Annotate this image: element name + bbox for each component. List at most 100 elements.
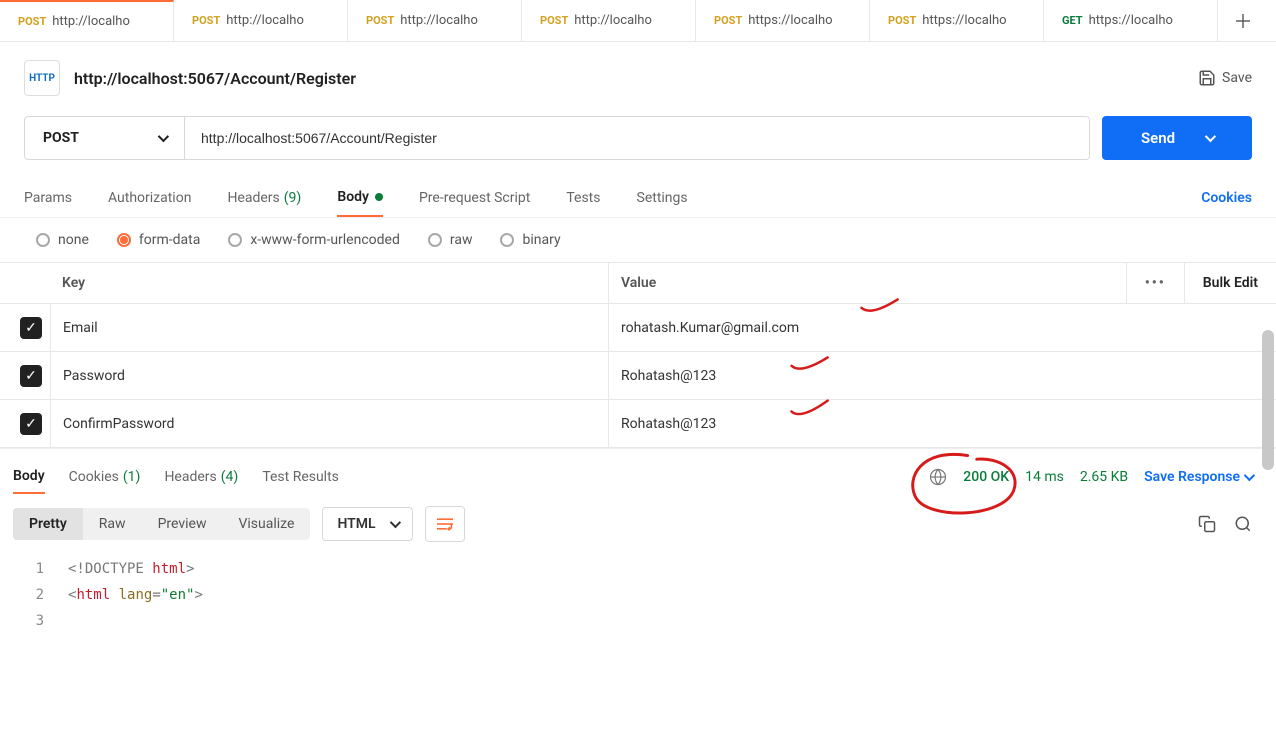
response-toolbar: Pretty Raw Preview Visualize HTML — [0, 494, 1276, 552]
row-value[interactable]: rohatash.Kumar@gmail.com — [608, 304, 1276, 351]
tab-params[interactable]: Params — [24, 178, 72, 217]
code-content: <!DOCTYPE html> — [68, 556, 194, 582]
save-button[interactable]: Save — [1198, 69, 1252, 87]
radio-icon — [117, 233, 131, 247]
tab-method: POST — [366, 14, 394, 27]
response-tab-headers[interactable]: Headers (4) — [164, 459, 238, 494]
tab-5[interactable]: POSThttps://localho — [870, 0, 1044, 41]
tab-6[interactable]: GET https://localho — [1044, 0, 1218, 41]
tabs-row: POST http://localho POST http://localho PO… — [0, 0, 1276, 42]
response-tab-body[interactable]: Body — [13, 459, 45, 494]
response-tab-testresults[interactable]: Test Results — [262, 459, 339, 494]
response-size: 2.65 KB — [1080, 469, 1128, 485]
tab-title: http://localho — [52, 14, 130, 29]
radio-icon — [500, 233, 514, 247]
tab-method: POST — [192, 14, 220, 27]
viewmode-group: Pretty Raw Preview Visualize — [13, 508, 310, 540]
viewmode-raw[interactable]: Raw — [83, 508, 142, 540]
tab-method: POST — [18, 15, 46, 28]
tab-2[interactable]: POST http://localho — [348, 0, 522, 41]
annotation-tick-icon — [789, 354, 831, 376]
line-number: 2 — [24, 582, 44, 608]
radio-formdata[interactable]: form-data — [117, 232, 200, 248]
radio-label: raw — [450, 232, 473, 248]
bulk-edit-button[interactable]: Bulk Edit — [1184, 263, 1276, 303]
method-url-group: POST — [24, 116, 1090, 160]
annotation-tick-icon — [789, 398, 831, 420]
row-value[interactable]: Rohatash@123 — [608, 352, 1276, 399]
method-select[interactable]: POST — [25, 117, 185, 159]
row-key[interactable]: Password — [50, 352, 608, 399]
wrap-lines-button[interactable] — [425, 506, 465, 542]
tab-authorization[interactable]: Authorization — [108, 178, 191, 217]
response-headers-count: (4) — [221, 469, 239, 485]
radio-raw[interactable]: raw — [428, 232, 473, 248]
tab-title: http://localho — [226, 13, 304, 28]
tab-headers[interactable]: Headers (9) — [227, 178, 301, 217]
chevron-down-icon — [1205, 131, 1216, 142]
row-checkbox-cell: ✓ — [0, 365, 50, 387]
new-tab-button[interactable] — [1218, 0, 1268, 41]
row-value[interactable]: Rohatash@123 — [608, 400, 1276, 447]
response-status-block: 200 OK 14 ms 2.65 KB Save Response — [929, 468, 1252, 486]
response-cookies-count: (1) — [123, 469, 141, 485]
line-number: 3 — [24, 608, 44, 634]
code-line: 1 <!DOCTYPE html> — [24, 556, 1252, 582]
tab-3[interactable]: POSThttp://localho — [522, 0, 696, 41]
copy-icon[interactable] — [1198, 515, 1216, 533]
tab-title: http://localho — [574, 13, 652, 28]
radio-binary[interactable]: binary — [500, 232, 560, 248]
code-line: 2 <html lang="en"> — [24, 582, 1252, 608]
vertical-scrollbar[interactable] — [1262, 330, 1274, 470]
cookies-link[interactable]: Cookies — [1201, 190, 1252, 206]
chevron-down-icon — [1244, 469, 1255, 480]
radio-icon — [228, 233, 242, 247]
formdata-table: Key Value ••• Bulk Edit ✓ Email rohatash… — [0, 262, 1276, 448]
tab-method: GET — [1062, 14, 1083, 27]
tab-1[interactable]: POST http://localho — [174, 0, 348, 41]
tab-settings[interactable]: Settings — [637, 178, 688, 217]
url-input[interactable] — [185, 117, 1089, 159]
response-cookies-label: Cookies — [69, 469, 119, 485]
radio-xwww[interactable]: x-www-form-urlencoded — [228, 232, 400, 248]
viewmode-preview[interactable]: Preview — [142, 508, 223, 540]
radio-label: binary — [522, 232, 560, 248]
header-key: Key — [50, 275, 608, 291]
response-headers-label: Headers — [164, 469, 216, 485]
tab-title: http://localho — [400, 13, 478, 28]
language-value: HTML — [337, 516, 375, 532]
radio-label: x-www-form-urlencoded — [250, 232, 400, 248]
code-content: <html lang="en"> — [68, 582, 203, 608]
save-icon — [1198, 69, 1216, 87]
response-code-area: 1 <!DOCTYPE html> 2 <html lang="en"> 3 — [0, 552, 1276, 634]
viewmode-visualize[interactable]: Visualize — [222, 508, 310, 540]
tab-0[interactable]: POST http://localho — [0, 0, 174, 41]
save-label: Save — [1222, 70, 1252, 86]
tab-prerequest[interactable]: Pre-request Script — [419, 178, 530, 217]
viewmode-pretty[interactable]: Pretty — [13, 508, 83, 540]
save-response-button[interactable]: Save Response — [1144, 469, 1252, 485]
more-button[interactable]: ••• — [1126, 263, 1184, 303]
status-code: 200 OK — [963, 469, 1009, 485]
checkbox[interactable]: ✓ — [20, 317, 42, 339]
header-value: Value — [608, 263, 1126, 303]
tab-tests[interactable]: Tests — [566, 178, 600, 217]
checkbox[interactable]: ✓ — [20, 365, 42, 387]
tab-title: https://localho — [1089, 13, 1173, 28]
response-tab-cookies[interactable]: Cookies (1) — [69, 459, 141, 494]
tab-title: https://localho — [748, 13, 832, 28]
radio-none[interactable]: none — [36, 232, 89, 248]
send-button[interactable]: Send — [1102, 116, 1252, 160]
row-key[interactable]: Email — [50, 304, 608, 351]
request-controls: POST Send — [0, 106, 1276, 178]
tab-body[interactable]: Body — [337, 178, 383, 217]
row-checkbox-cell: ✓ — [0, 413, 50, 435]
row-key[interactable]: ConfirmPassword — [50, 400, 608, 447]
tab-4[interactable]: POSThttps://localho — [696, 0, 870, 41]
headers-count: (9) — [284, 190, 302, 206]
search-icon[interactable] — [1234, 515, 1252, 533]
radio-icon — [428, 233, 442, 247]
chevron-down-icon — [389, 517, 400, 528]
checkbox[interactable]: ✓ — [20, 413, 42, 435]
language-select[interactable]: HTML — [322, 507, 412, 541]
